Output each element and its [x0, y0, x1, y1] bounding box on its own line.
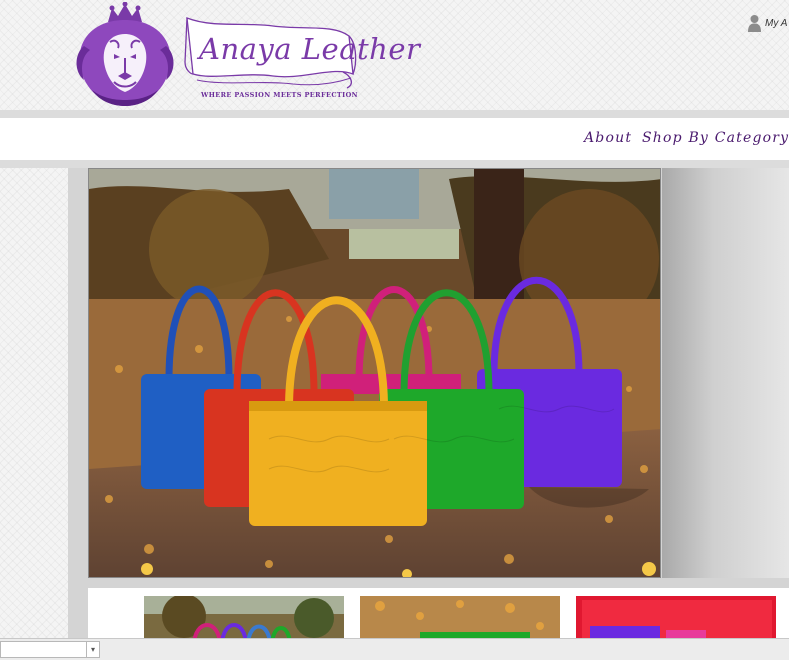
nav-item-about[interactable]: About	[584, 130, 632, 146]
main-navigation: About Shop By Category	[0, 118, 789, 160]
my-account-label: My A	[765, 17, 788, 29]
colorful-handbags-photo	[89, 169, 660, 577]
user-icon	[748, 15, 761, 32]
my-account-link[interactable]: My A	[748, 13, 787, 33]
hero-side-panel	[662, 168, 789, 578]
hero-slideshow-image[interactable]	[88, 168, 661, 578]
browser-status-bar: ▾	[0, 638, 789, 660]
nav-bottom-border	[0, 160, 789, 168]
brand-name: Anaya Leather	[199, 32, 421, 66]
lion-crest-icon	[76, 1, 174, 106]
chevron-down-icon[interactable]: ▾	[86, 642, 99, 657]
brand-tagline: WHERE PASSION MEETS PERFECTION	[201, 91, 358, 99]
nav-item-shop-by-category[interactable]: Shop By Category	[642, 130, 789, 146]
nav-top-border	[0, 110, 789, 118]
lion-crest-logo[interactable]	[70, 1, 180, 108]
status-select[interactable]: ▾	[0, 641, 100, 658]
brand-wordmark[interactable]: Anaya Leather WHERE PASSION MEETS PERFEC…	[183, 14, 420, 104]
site-header: Anaya Leather WHERE PASSION MEETS PERFEC…	[0, 0, 789, 110]
